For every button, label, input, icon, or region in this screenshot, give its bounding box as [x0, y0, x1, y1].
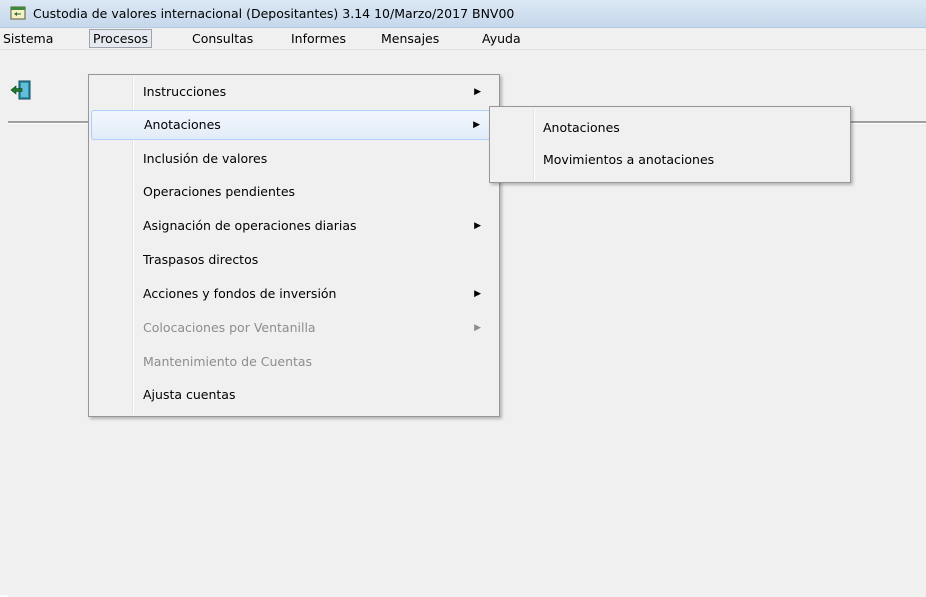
menu-item-label: Asignación de operaciones diarias [143, 218, 357, 233]
menu-item-label: Instrucciones [143, 84, 227, 99]
procesos-dropdown: Instrucciones ▶ Anotaciones ▶ Inclusión … [88, 74, 500, 417]
submenu-item-anotaciones[interactable]: Anotaciones [492, 113, 846, 143]
menu-item-inclusion-valores[interactable]: Inclusión de valores [91, 144, 495, 174]
menu-item-label: Traspasos directos [143, 252, 259, 267]
app-icon [10, 6, 26, 20]
submenu-arrow-icon: ▶ [474, 221, 481, 231]
submenu-item-label: Anotaciones [543, 120, 620, 135]
submenu-arrow-icon: ▶ [474, 323, 481, 333]
menu-procesos[interactable]: Procesos [89, 29, 153, 48]
menu-mensajes[interactable]: Mensajes [378, 30, 442, 47]
submenu-item-movimientos-anotaciones[interactable]: Movimientos a anotaciones [492, 145, 846, 175]
submenu-arrow-icon: ▶ [474, 289, 481, 299]
menu-item-label: Mantenimiento de Cuentas [143, 354, 313, 369]
menu-item-acciones-fondos[interactable]: Acciones y fondos de inversión ▶ [91, 279, 495, 309]
title-bar: Custodia de valores internacional (Depos… [0, 0, 926, 28]
menu-consultas[interactable]: Consultas [189, 30, 256, 47]
menu-item-label: Inclusión de valores [143, 151, 268, 166]
menu-item-label: Colocaciones por Ventanilla [143, 320, 316, 335]
menu-item-label: Anotaciones [144, 117, 221, 132]
submenu-item-label: Movimientos a anotaciones [543, 152, 715, 167]
menu-ayuda[interactable]: Ayuda [479, 30, 524, 47]
submenu-arrow-icon: ▶ [473, 120, 480, 130]
submenu-arrow-icon: ▶ [474, 87, 481, 97]
menu-item-mantenimiento-cuentas: Mantenimiento de Cuentas [91, 347, 495, 377]
menu-item-instrucciones[interactable]: Instrucciones ▶ [91, 77, 495, 107]
exit-door-icon[interactable] [10, 79, 32, 101]
menu-item-traspasos-directos[interactable]: Traspasos directos [91, 245, 495, 275]
menu-item-label: Acciones y fondos de inversión [143, 286, 337, 301]
menu-item-label: Operaciones pendientes [143, 184, 296, 199]
menu-item-anotaciones[interactable]: Anotaciones ▶ [91, 110, 495, 140]
anotaciones-submenu: Anotaciones Movimientos a anotaciones [489, 106, 851, 183]
menu-sistema[interactable]: Sistema [0, 30, 56, 47]
menu-informes[interactable]: Informes [288, 30, 349, 47]
menu-item-label: Ajusta cuentas [143, 387, 236, 402]
menu-item-colocaciones-ventanilla: Colocaciones por Ventanilla ▶ [91, 313, 495, 343]
window-title: Custodia de valores internacional (Depos… [33, 6, 515, 21]
menu-item-asignacion-operaciones[interactable]: Asignación de operaciones diarias ▶ [91, 211, 495, 241]
menu-item-ajusta-cuentas[interactable]: Ajusta cuentas [91, 380, 495, 410]
menu-item-operaciones-pendientes[interactable]: Operaciones pendientes [91, 177, 495, 207]
menu-bar: Sistema Procesos Consultas Informes Mens… [0, 28, 926, 50]
